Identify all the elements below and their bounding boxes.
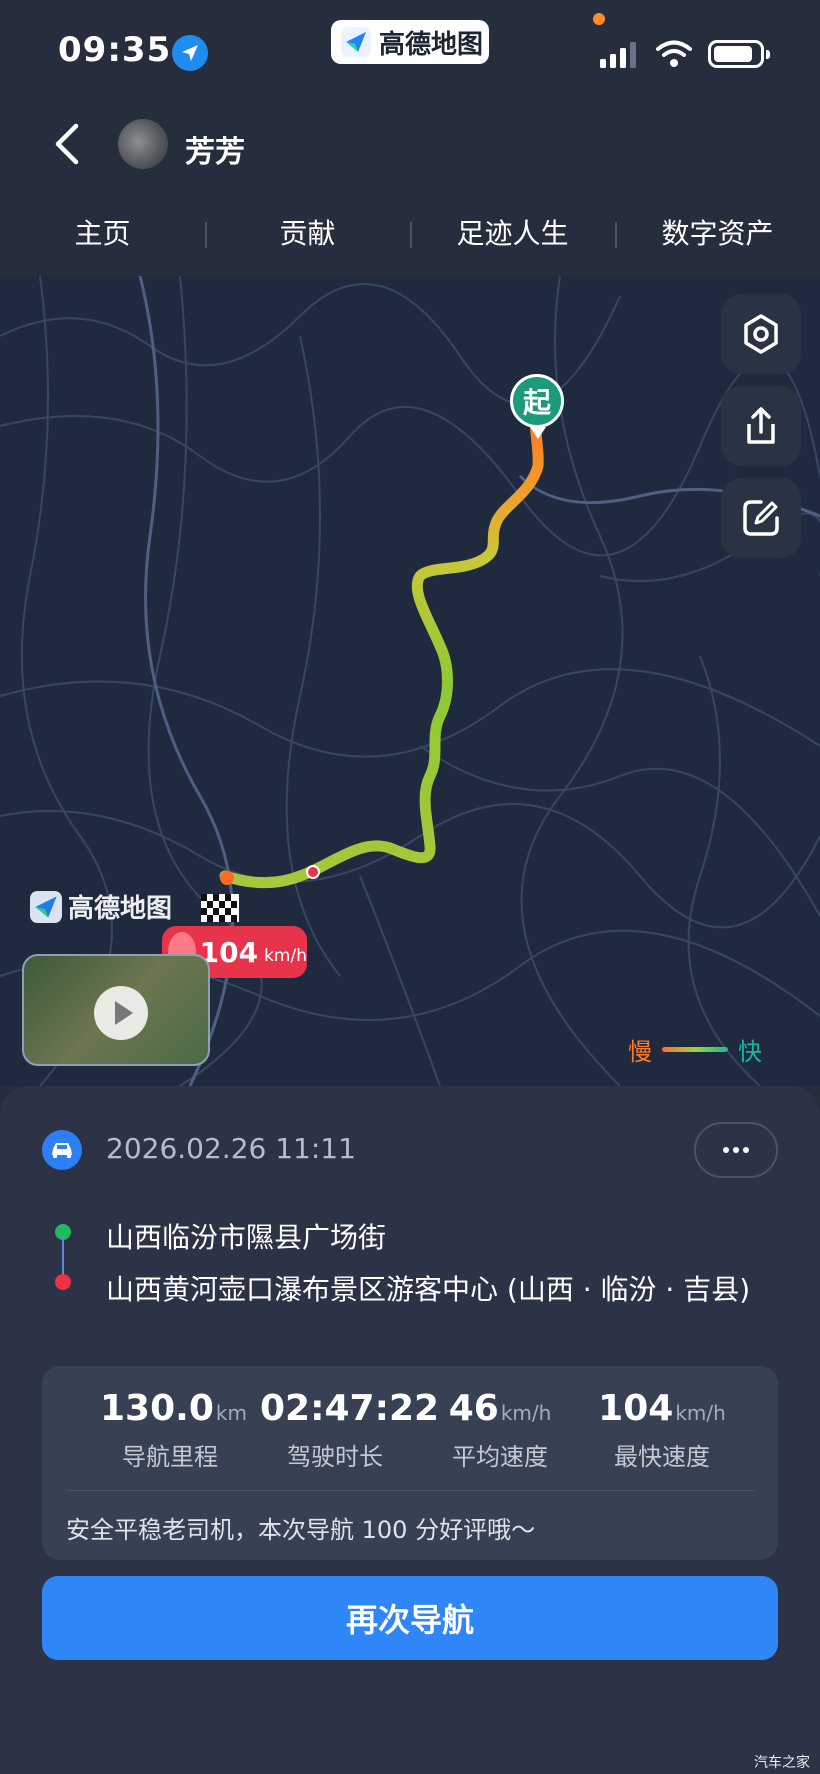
location-arrow-icon	[172, 35, 208, 71]
map-share-button[interactable]	[721, 386, 801, 466]
amap-logo-icon	[30, 890, 62, 923]
stat-max-speed-label: 最快速度	[614, 1443, 710, 1471]
stat-max-speed-value: 104	[598, 1388, 674, 1429]
battery-icon	[708, 40, 770, 68]
trip-video-thumbnail[interactable]	[22, 954, 210, 1066]
app-badge[interactable]: 高德地图	[331, 20, 489, 64]
stat-avg-speed: 46 km/h 平均速度	[420, 1388, 580, 1472]
trip-datetime: 2026.02.26 11:11	[106, 1132, 356, 1165]
share-icon	[747, 407, 775, 444]
stat-max-speed: 104 km/h 最快速度	[582, 1388, 742, 1472]
map-edit-button[interactable]	[721, 478, 801, 558]
stat-distance-unit: km	[215, 1401, 247, 1425]
edit-icon	[743, 500, 779, 536]
avatar[interactable]	[118, 119, 168, 169]
username[interactable]: 芳芳	[185, 127, 245, 171]
trip-stats-card: 130.0 km 导航里程 02:47:22 驾驶时长 46 km/h 平均速度 1…	[42, 1366, 778, 1560]
speed-legend: 慢 快	[628, 1032, 762, 1067]
legend-slow-label: 慢	[628, 1038, 652, 1066]
status-time: 09:35	[58, 30, 172, 70]
map-settings-button[interactable]	[721, 294, 801, 374]
tab-home[interactable]: 主页	[0, 210, 205, 260]
map-logo: 高德地图	[30, 888, 172, 925]
play-icon[interactable]	[94, 986, 148, 1040]
profile-tabs: 主页 贡献 足迹人生 数字资产	[0, 210, 820, 260]
route-connector	[62, 1236, 64, 1278]
tab-contribution[interactable]: 贡献	[205, 210, 410, 260]
amap-logo-icon	[341, 27, 371, 57]
stat-avg-speed-unit: km/h	[500, 1401, 552, 1425]
legend-fast-label: 快	[738, 1038, 762, 1066]
start-marker: 起	[510, 374, 564, 439]
privacy-indicator-dot	[593, 13, 605, 25]
trip-destination: 山西黄河壶口瀑布景区游客中心 (山西 · 临汾 · 吉县)	[106, 1273, 751, 1306]
trip-detail-panel: 2026.02.26 11:11 山西临汾市隰县广场街 山西黄河壶口瀑布景区游客…	[0, 1086, 820, 1774]
stats-divider	[66, 1490, 754, 1491]
finish-flag-icon	[201, 894, 239, 922]
stat-max-speed-unit: km/h	[675, 1401, 726, 1425]
trip-comment: 安全平稳老司机，本次导航 100 分好评哦～	[66, 1516, 536, 1544]
trip-origin: 山西临汾市隰县广场街	[106, 1221, 387, 1254]
tab-footprint[interactable]: 足迹人生	[410, 210, 615, 260]
app-badge-label: 高德地图	[379, 29, 484, 60]
destination-dot	[55, 1274, 71, 1290]
max-speed-unit: km/h	[264, 946, 307, 966]
settings-icon	[744, 314, 778, 354]
stat-distance-value: 130.0	[100, 1388, 214, 1429]
signal-icon	[600, 42, 636, 68]
tab-digital-assets[interactable]: 数字资产	[615, 210, 820, 260]
wifi-icon	[656, 40, 692, 67]
route-map[interactable]: 起 高德地图 104 km/h 慢 快	[0, 276, 820, 1086]
stat-duration-value: 02:47:22	[260, 1388, 440, 1429]
stat-duration: 02:47:22 驾驶时长	[260, 1388, 439, 1472]
stat-avg-speed-value: 46	[448, 1388, 499, 1429]
watermark: 汽车之家	[754, 1755, 810, 1771]
legend-gradient-bar	[662, 1047, 728, 1052]
map-logo-label: 高德地图	[68, 894, 173, 924]
car-icon	[42, 1130, 82, 1170]
status-bar: 09:35 高德地图	[0, 0, 820, 110]
navigate-again-button[interactable]: 再次导航	[42, 1576, 778, 1660]
stat-duration-label: 驾驶时长	[287, 1443, 383, 1471]
stat-avg-speed-label: 平均速度	[452, 1443, 548, 1471]
more-options-button[interactable]	[694, 1122, 778, 1178]
back-chevron-icon[interactable]	[48, 120, 88, 168]
stat-distance: 130.0 km 导航里程	[100, 1388, 247, 1472]
stat-distance-label: 导航里程	[122, 1443, 218, 1471]
